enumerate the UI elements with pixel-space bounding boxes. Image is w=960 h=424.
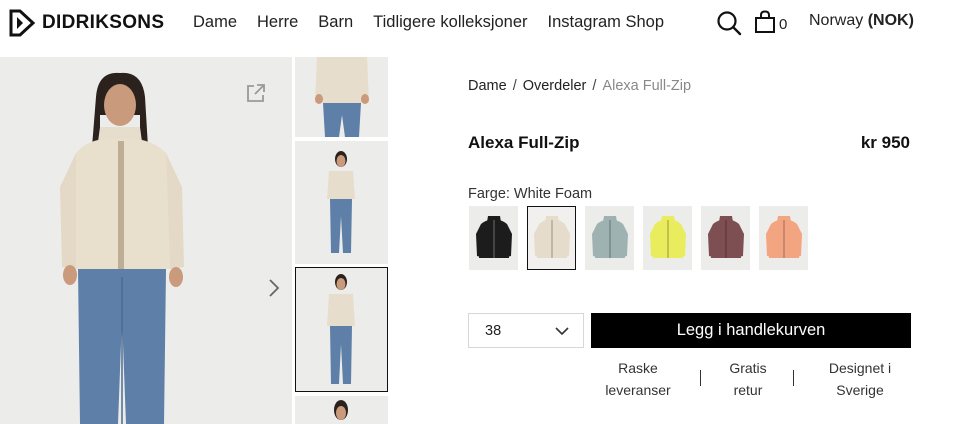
thumbnail-image xyxy=(315,57,369,137)
chevron-down-icon xyxy=(555,326,569,335)
color-swatch-yellow[interactable] xyxy=(643,206,692,270)
nav-item-instagram-shop[interactable]: Instagram Shop xyxy=(548,13,664,32)
color-swatches xyxy=(469,206,808,270)
breadcrumb: Dame / Overdeler / Alexa Full-Zip xyxy=(468,78,691,94)
color-swatch-black[interactable] xyxy=(469,206,518,270)
didriksons-logo-icon xyxy=(9,9,36,37)
thumbnail-4[interactable] xyxy=(295,396,388,424)
usp-line: leveranser xyxy=(605,382,671,398)
usp-line: Raske xyxy=(618,360,658,376)
external-link-icon[interactable] xyxy=(245,82,267,104)
usp-list: Raske leveranser Gratis retur Designet i… xyxy=(588,357,918,403)
nav-item-herre[interactable]: Herre xyxy=(257,13,298,32)
brand-logo[interactable]: DIDRIKSONS xyxy=(8,9,164,37)
color-swatch-plum[interactable] xyxy=(701,206,750,270)
thumbnail-image xyxy=(334,400,348,420)
model-photo xyxy=(60,72,184,424)
jacket-icon xyxy=(765,216,802,258)
usp-divider xyxy=(793,370,794,386)
breadcrumb-current: Alexa Full-Zip xyxy=(602,78,692,94)
product-title: Alexa Full-Zip xyxy=(468,133,580,152)
main-product-image[interactable] xyxy=(0,57,292,424)
nav-item-tidligere-kolleksjoner[interactable]: Tidligere kolleksjoner xyxy=(373,13,527,32)
breadcrumb-separator: / xyxy=(592,78,597,94)
jacket-icon xyxy=(591,216,628,258)
breadcrumb-separator: / xyxy=(512,78,517,94)
product-price: kr 950 xyxy=(860,133,910,152)
add-to-cart-button[interactable]: Legg i handlekurven xyxy=(591,313,911,348)
thumbnail-3-selected[interactable] xyxy=(295,267,388,392)
breadcrumb-item-dame[interactable]: Dame xyxy=(468,78,507,94)
nav-item-dame[interactable]: Dame xyxy=(193,13,237,32)
usp-free-returns: Gratis retur xyxy=(708,357,788,401)
jacket-icon xyxy=(533,216,570,258)
color-swatch-peach[interactable] xyxy=(759,206,808,270)
brand-name: DIDRIKSONS xyxy=(42,12,165,33)
main-nav: Dame Herre Barn Tidligere kolleksjoner I… xyxy=(193,13,664,32)
usp-line: Gratis xyxy=(729,360,767,376)
cart-button[interactable]: 0 xyxy=(754,10,787,34)
jacket-icon xyxy=(649,216,686,258)
size-select[interactable]: 38 xyxy=(468,313,584,348)
usp-line: Sverige xyxy=(836,382,884,398)
search-icon[interactable] xyxy=(716,10,742,36)
thumbnail-image xyxy=(327,274,355,384)
usp-divider xyxy=(700,370,701,386)
usp-designed-in-sweden: Designet i Sverige xyxy=(810,357,910,401)
size-value: 38 xyxy=(485,322,502,339)
color-swatch-sage[interactable] xyxy=(585,206,634,270)
jacket-icon xyxy=(707,216,744,258)
usp-line: Designet i xyxy=(828,360,892,376)
site-header: DIDRIKSONS Dame Herre Barn Tidligere kol… xyxy=(0,0,960,50)
cart-count: 0 xyxy=(779,16,788,33)
jacket-icon xyxy=(475,216,512,258)
color-label: Farge: White Foam xyxy=(468,186,593,202)
thumbnail-image xyxy=(327,151,355,253)
thumbnail-2[interactable] xyxy=(295,141,388,264)
chevron-right-icon[interactable] xyxy=(266,276,282,300)
usp-line: retur xyxy=(733,382,763,398)
region-country: Norway xyxy=(809,12,864,29)
color-swatch-white-foam[interactable] xyxy=(527,206,576,270)
region-selector[interactable]: Norway (NOK) xyxy=(809,12,914,30)
region-currency: (NOK) xyxy=(867,12,914,29)
breadcrumb-item-overdeler[interactable]: Overdeler xyxy=(523,78,587,94)
usp-fast-delivery: Raske leveranser xyxy=(588,357,688,401)
bag-icon xyxy=(755,10,775,33)
thumbnail-1[interactable] xyxy=(295,57,388,137)
nav-item-barn[interactable]: Barn xyxy=(318,13,353,32)
